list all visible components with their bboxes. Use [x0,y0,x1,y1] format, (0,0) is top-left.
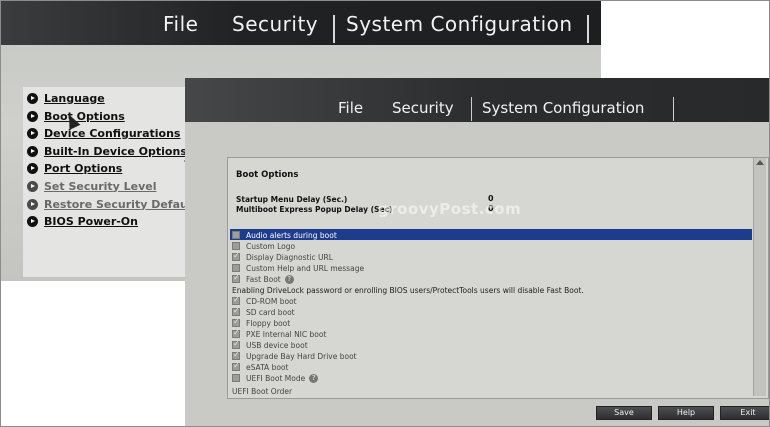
option-custom-logo[interactable]: Custom Logo [232,241,295,251]
play-bullet-icon [27,127,38,139]
checkbox[interactable] [232,306,240,316]
checkbox[interactable] [232,339,240,349]
play-bullet-icon [27,162,38,174]
checkbox[interactable] [232,361,240,371]
uefi-boot-order-label[interactable]: UEFI Boot Order [232,386,292,396]
checkbox[interactable] [232,264,240,272]
list-item-built-in-device-options[interactable]: Built-In Device Options [27,143,187,159]
option-uefi-boot-mode[interactable]: UEFI Boot Mode ? [232,373,319,383]
option-floppy-boot[interactable]: Floppy boot [232,317,290,328]
back-menu-security[interactable]: Security [232,12,318,36]
checkbox[interactable] [232,374,240,382]
checkbox[interactable] [232,350,240,360]
back-menu-separator [333,15,335,43]
watermark: groovyPost.com [378,200,522,218]
help-button[interactable]: Help [658,406,714,420]
checkbox[interactable] [232,317,240,327]
checkbox[interactable] [232,242,240,250]
play-bullet-icon [27,198,38,210]
front-menu-separator [673,97,674,121]
checkbox[interactable] [232,273,240,283]
scroll-up-arrow-icon[interactable] [756,160,764,165]
help-icon[interactable]: ? [284,274,294,284]
front-menu-security[interactable]: Security [392,99,454,117]
fast-boot-note: Enabling DriveLock password or enrolling… [232,285,584,295]
play-bullet-icon [27,92,38,104]
back-menu-system-configuration[interactable]: System Configuration [346,12,573,36]
checkbox[interactable] [232,328,240,338]
system-configuration-list: Language Boot Options Device Configurati… [23,87,203,277]
option-fast-boot[interactable]: Fast Boot ? [232,273,294,284]
option-esata-boot[interactable]: eSATA boot [232,361,288,372]
list-item-bios-power-on[interactable]: BIOS Power-On [27,213,138,229]
list-item-port-options[interactable]: Port Options [27,160,122,176]
play-bullet-icon [27,110,38,122]
front-menu-file[interactable]: File [338,99,363,117]
back-menu-file[interactable]: File [163,12,198,36]
option-audio-alerts[interactable]: Audio alerts during boot [232,230,337,240]
option-usb-device-boot[interactable]: USB device boot [232,339,308,350]
list-item-set-security-level: Set Security Level [27,178,157,194]
scrollbar[interactable] [753,158,766,396]
boot-options-panel: Boot Options Startup Menu Delay (Sec.) 0… [227,157,769,399]
front-menu-separator [471,97,472,121]
exit-button[interactable]: Exit [720,406,769,420]
option-custom-help-url[interactable]: Custom Help and URL message [232,263,364,273]
option-upgrade-bay-boot[interactable]: Upgrade Bay Hard Drive boot [232,350,357,361]
list-item-language[interactable]: Language [27,90,105,106]
front-menu-system-configuration[interactable]: System Configuration [482,99,644,117]
front-menu-bar: File Security System Configuration [185,78,769,122]
checkbox[interactable] [232,295,240,305]
option-sd-card-boot[interactable]: SD card boot [232,306,295,317]
panel-title: Boot Options [236,170,299,180]
checkbox[interactable] [232,251,240,261]
startup-menu-delay-label: Startup Menu Delay (Sec.) [236,195,348,204]
play-bullet-icon [27,145,38,157]
play-bullet-icon [27,180,38,192]
option-cdrom-boot[interactable]: CD-ROM boot [232,295,297,306]
list-item-restore-security-defaults: Restore Security Defaults [27,196,203,212]
help-icon[interactable]: ? [309,373,319,383]
multiboot-popup-delay-label: Multiboot Express Popup Delay (Sec) [236,205,393,214]
bios-screen-front: File Security System Configuration Boot … [185,78,769,426]
play-bullet-icon [27,215,38,227]
back-menu-separator [587,15,589,43]
list-item-device-configurations[interactable]: Device Configurations [27,125,180,141]
option-display-diagnostic-url[interactable]: Display Diagnostic URL [232,251,333,262]
back-menu-bar: File Security System Configuration [1,1,601,45]
checkbox[interactable] [232,231,240,239]
save-button[interactable]: Save [596,406,652,420]
option-pxe-nic-boot[interactable]: PXE Internal NIC boot [232,328,326,339]
screenshot-frame: File Security System Configuration Langu… [0,0,770,427]
